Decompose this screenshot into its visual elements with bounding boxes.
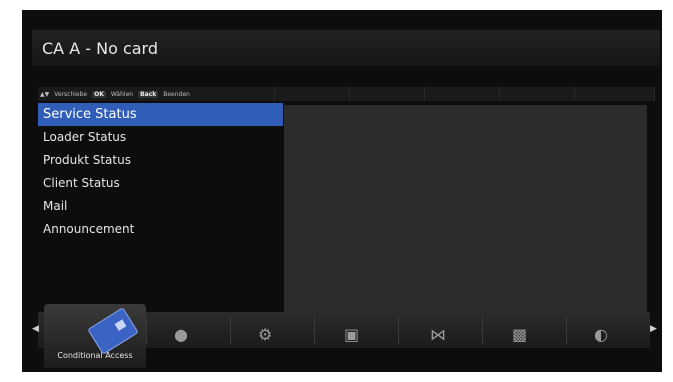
divider bbox=[146, 316, 147, 344]
menu-item-service-status[interactable]: Service Status bbox=[38, 103, 283, 126]
divider bbox=[398, 316, 399, 344]
page-title: CA A - No card bbox=[42, 39, 158, 58]
lock-icon[interactable]: ⋈ bbox=[430, 326, 446, 344]
divider bbox=[482, 316, 483, 344]
menu-item-loader-status[interactable]: Loader Status bbox=[38, 126, 283, 149]
ca-menu: Service Status Loader Status Produkt Sta… bbox=[38, 103, 283, 241]
detail-panel bbox=[284, 105, 647, 312]
hint-exit-label: Beenden bbox=[163, 90, 190, 98]
hint-cell bbox=[275, 87, 350, 101]
gear-icon[interactable]: ⚙ bbox=[258, 326, 272, 344]
globe-icon[interactable]: ● bbox=[174, 326, 188, 344]
ok-key-badge: OK bbox=[92, 90, 106, 98]
hint-cell bbox=[350, 87, 425, 101]
folder-icon[interactable]: ▩ bbox=[512, 326, 527, 344]
title-bar: CA A - No card bbox=[32, 30, 660, 66]
hint-cell bbox=[500, 87, 575, 101]
tv-icon[interactable]: ▣ bbox=[344, 326, 359, 344]
divider bbox=[314, 316, 315, 344]
hint-select-label: Wählen bbox=[110, 90, 134, 98]
key-hints: ▲▼ Verschiebe OK Wählen Back Beenden bbox=[40, 87, 190, 101]
main-icon-bar: ◀ ▶ Conditional Access ● ⚙ ▣ ⋈ ▩ ◐ bbox=[22, 302, 662, 372]
divider bbox=[230, 316, 231, 344]
menu-item-mail[interactable]: Mail bbox=[38, 195, 283, 218]
menu-item-client-status[interactable]: Client Status bbox=[38, 172, 283, 195]
smart-card-icon bbox=[87, 307, 139, 355]
hint-move-label: Verschiebe bbox=[54, 90, 88, 98]
tv-screen: CA A - No card ▲▼ Verschiebe OK Wählen B… bbox=[22, 10, 662, 372]
menu-item-announcement[interactable]: Announcement bbox=[38, 218, 283, 241]
divider bbox=[566, 316, 567, 344]
menu-tab-label: Conditional Access bbox=[57, 351, 133, 360]
hint-bar: ▲▼ Verschiebe OK Wählen Back Beenden bbox=[38, 87, 655, 101]
satellite-dish-icon[interactable]: ◐ bbox=[594, 326, 608, 344]
hint-cell bbox=[425, 87, 500, 101]
hint-cell bbox=[575, 87, 655, 101]
menu-tab-conditional-access[interactable]: Conditional Access bbox=[44, 304, 146, 368]
menu-item-produkt-status[interactable]: Produkt Status bbox=[38, 149, 283, 172]
updown-arrows-icon: ▲▼ bbox=[40, 90, 50, 98]
back-key-badge: Back bbox=[138, 90, 159, 98]
scroll-left-arrow-icon[interactable]: ◀ bbox=[32, 324, 39, 334]
scroll-right-arrow-icon[interactable]: ▶ bbox=[650, 324, 657, 334]
